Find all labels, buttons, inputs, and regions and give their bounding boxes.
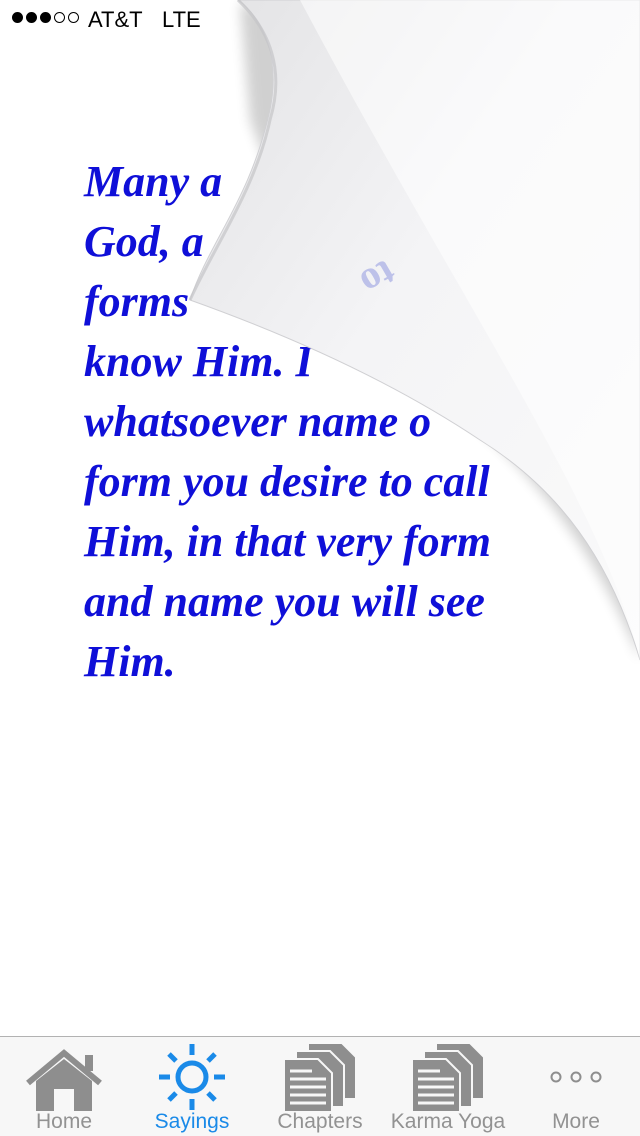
tab-label: More [552, 1110, 600, 1133]
saying-page[interactable]: Many a God, a forms know Him. I whatsoev… [0, 40, 640, 1036]
tab-label: Karma Yoga [390, 1110, 506, 1133]
app-screen: AT&T LTE 1:41 PM Many a God, a forms kno… [0, 0, 640, 1136]
tab-sayings[interactable]: Sayings [128, 1037, 256, 1136]
tab-karma-yoga[interactable]: Karma Yoga [384, 1037, 512, 1136]
saying-fragment: The [488, 337, 559, 386]
tab-label: Sayings [154, 1110, 230, 1133]
documents-icon [411, 1042, 485, 1111]
home-icon [26, 1049, 102, 1111]
tab-label: Chapters [277, 1110, 363, 1133]
tab-label: Home [35, 1110, 93, 1133]
tab-more[interactable]: More [512, 1037, 640, 1136]
battery-icon [562, 10, 611, 32]
more-icon [550, 1071, 602, 1083]
charging-bolt-icon [617, 10, 627, 32]
rotation-lock-icon [528, 10, 551, 32]
status-bar: AT&T LTE 1:41 PM [0, 0, 640, 40]
saying-line: God, a [84, 217, 204, 266]
tab-bar: Home Sayings Chapters Karma Yoga More [0, 1036, 640, 1136]
saying-line: and name you will see [84, 577, 485, 626]
tab-chapters[interactable]: Chapters [256, 1037, 384, 1136]
tab-home[interactable]: Home [0, 1037, 128, 1136]
saying-fragment: One [414, 217, 490, 266]
saying-line: Him, in that very form [84, 517, 491, 566]
documents-icon [283, 1042, 357, 1111]
sun-icon [159, 1044, 225, 1110]
saying-fragment: the [458, 277, 515, 326]
saying-text: Many a God, a forms know Him. I whatsoev… [84, 152, 564, 692]
saying-fragment: ' [548, 397, 561, 446]
saying-line: Him. [84, 637, 176, 686]
saying-line: form you desire to call [84, 457, 490, 506]
saying-line: whatsoever name o [84, 397, 432, 446]
saying-fragment: n went to [372, 157, 539, 206]
